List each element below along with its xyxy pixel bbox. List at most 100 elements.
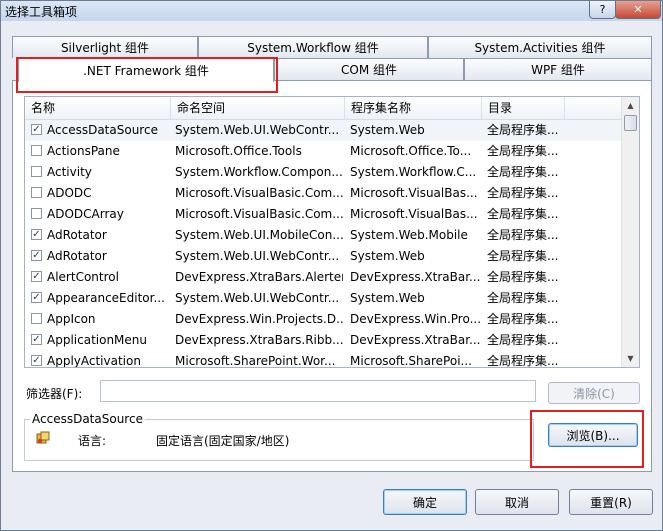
cell-name: AdRotator	[47, 249, 107, 263]
cell-directory: 全局程序集...	[487, 291, 559, 305]
column-header-directory[interactable]: 目录	[482, 97, 565, 119]
cell-directory: 全局程序集...	[487, 270, 559, 284]
row-checkbox[interactable]: ✓	[31, 355, 42, 366]
tab-wpf[interactable]: WPF 组件	[464, 58, 652, 80]
column-header-name[interactable]: 名称	[25, 97, 171, 119]
table-row[interactable]: ✓ ApplyActivation Microsoft.SharePoint.Wor…	[25, 351, 623, 368]
cell-name: ApplyActivation	[47, 354, 141, 368]
tab-silverlight[interactable]: Silverlight 组件	[12, 36, 198, 58]
cell-namespace: Microsoft.SharePoint.Wor...	[175, 354, 336, 368]
cell-name: ADODC	[47, 186, 92, 200]
cell-name: ActionsPane	[47, 144, 120, 158]
component-list[interactable]: 名称 命名空间 程序集名称 目录 ✓ AccessDataSource System…	[24, 96, 640, 368]
row-checkbox[interactable]: ✓	[31, 229, 42, 240]
cell-directory: 全局程序集...	[487, 207, 559, 221]
cell-assembly: System.Web.Mobile	[350, 228, 468, 242]
cell-assembly: Microsoft.VisualBas...	[350, 207, 478, 221]
tab-system-activities[interactable]: System.Activities 组件	[428, 36, 652, 58]
cell-assembly: Microsoft.SharePoi...	[350, 354, 472, 368]
row-checkbox[interactable]	[31, 166, 42, 177]
language-value: 固定语言(固定国家/地区)	[156, 434, 290, 448]
cell-directory: 全局程序集...	[487, 228, 559, 242]
cell-assembly: DevExpress.XtraBar...	[350, 270, 480, 284]
table-row[interactable]: ActionsPane Microsoft.Office.Tools Microso…	[25, 141, 623, 162]
row-checkbox[interactable]: ✓	[31, 271, 42, 282]
cell-directory: 全局程序集...	[487, 123, 559, 137]
cell-assembly: System.Web	[350, 291, 425, 305]
cell-assembly: DevExpress.XtraBar...	[350, 333, 480, 347]
scroll-up-icon[interactable]: ▲	[622, 97, 639, 114]
close-button[interactable]: ✕	[615, 1, 661, 19]
table-row[interactable]: ✓ AdRotator System.Web.UI.WebContr... Syste…	[25, 246, 623, 267]
cell-namespace: System.Web.UI.WebContr...	[175, 123, 340, 137]
row-checkbox[interactable]: ✓	[31, 124, 42, 135]
cell-directory: 全局程序集...	[487, 312, 559, 326]
cell-name: Activity	[47, 165, 92, 179]
ok-button[interactable]: 确定	[383, 489, 467, 515]
cell-name: ADODCArray	[47, 207, 124, 221]
cell-namespace: DevExpress.XtraBars.Alerter	[175, 270, 343, 284]
filter-input[interactable]	[100, 380, 536, 402]
cell-name: ApplicationMenu	[47, 333, 147, 347]
cell-directory: 全局程序集...	[487, 165, 559, 179]
cell-assembly: System.Web	[350, 123, 425, 137]
cell-namespace: Microsoft.VisualBasic.Com...	[175, 207, 343, 221]
highlight-browse	[530, 410, 644, 468]
cell-name: AlertControl	[47, 270, 119, 284]
table-row[interactable]: Activity System.Workflow.Compon... System.…	[25, 162, 623, 183]
cell-namespace: Microsoft.VisualBasic.Com...	[175, 186, 343, 200]
table-row[interactable]: ✓ AppearanceEditor... System.Web.UI.WebCon…	[25, 288, 623, 309]
table-row[interactable]: ✓ AlertControl DevExpress.XtraBars.Alerter…	[25, 267, 623, 288]
clear-button[interactable]: 清除(C)	[548, 382, 640, 404]
row-checkbox[interactable]	[31, 145, 42, 156]
reset-button[interactable]: 重置(R)	[569, 489, 653, 515]
cell-namespace: System.Web.UI.WebContr...	[175, 291, 340, 305]
cell-assembly: Microsoft.VisualBas...	[350, 186, 478, 200]
cell-name: AppIcon	[47, 312, 96, 326]
filter-label: 筛选器(F):	[26, 387, 83, 401]
cell-assembly: DevExpress.Win.Pro...	[350, 312, 480, 326]
cell-directory: 全局程序集...	[487, 144, 559, 158]
row-checkbox[interactable]	[31, 208, 42, 219]
assembly-icon	[36, 431, 50, 444]
table-row[interactable]: ADODC Microsoft.VisualBasic.Com... Microso…	[25, 183, 623, 204]
tab-system-workflow[interactable]: System.Workflow 组件	[198, 36, 428, 58]
column-header-namespace[interactable]: 命名空间	[171, 97, 345, 119]
row-checkbox[interactable]: ✓	[31, 292, 42, 303]
cell-directory: 全局程序集...	[487, 186, 559, 200]
cell-name: AccessDataSource	[47, 123, 158, 137]
cell-namespace: DevExpress.XtraBars.Ribb...	[175, 333, 343, 347]
scroll-thumb[interactable]	[624, 115, 637, 131]
row-checkbox[interactable]: ✓	[31, 250, 42, 261]
table-row[interactable]: ✓ AccessDataSource System.Web.UI.WebContr.…	[25, 120, 623, 141]
row-checkbox[interactable]	[31, 313, 42, 324]
language-label: 语言:	[78, 434, 107, 448]
table-row[interactable]: AppIcon DevExpress.Win.Projects.D... DevEx…	[25, 309, 623, 330]
cell-assembly: Microsoft.Office.To...	[350, 144, 472, 158]
details-title: AccessDataSource	[30, 412, 145, 426]
cell-namespace: System.Web.UI.MobileCon...	[175, 228, 343, 242]
cell-directory: 全局程序集...	[487, 249, 559, 263]
window-title: 选择工具箱项	[5, 5, 78, 19]
cell-assembly: System.Web	[350, 249, 425, 263]
tab-com[interactable]: COM 组件	[274, 58, 464, 80]
table-row[interactable]: ADODCArray Microsoft.VisualBasic.Com... Mi…	[25, 204, 623, 225]
scroll-down-icon[interactable]: ▼	[622, 350, 639, 367]
cell-name: AppearanceEditor...	[47, 291, 165, 305]
cell-directory: 全局程序集...	[487, 333, 559, 347]
title-bar: 选择工具箱项 ? ✕	[1, 1, 662, 21]
row-checkbox[interactable]	[31, 187, 42, 198]
cell-namespace: DevExpress.Win.Projects.D...	[175, 312, 343, 326]
row-checkbox[interactable]: ✓	[31, 334, 42, 345]
help-button[interactable]: ?	[589, 1, 616, 19]
cell-assembly: System.Workflow.C...	[350, 165, 477, 179]
table-row[interactable]: ✓ ApplicationMenu DevExpress.XtraBars.Ribb…	[25, 330, 623, 351]
highlight-net-tab	[16, 57, 278, 93]
vertical-scrollbar[interactable]: ▲ ▼	[621, 97, 639, 367]
cell-namespace: Microsoft.Office.Tools	[175, 144, 302, 158]
cancel-button[interactable]: 取消	[475, 489, 559, 515]
cell-namespace: System.Web.UI.WebContr...	[175, 249, 340, 263]
list-header: 名称 命名空间 程序集名称 目录	[25, 97, 623, 120]
column-header-assembly[interactable]: 程序集名称	[345, 97, 482, 119]
table-row[interactable]: ✓ AdRotator System.Web.UI.MobileCon... Syst…	[25, 225, 623, 246]
